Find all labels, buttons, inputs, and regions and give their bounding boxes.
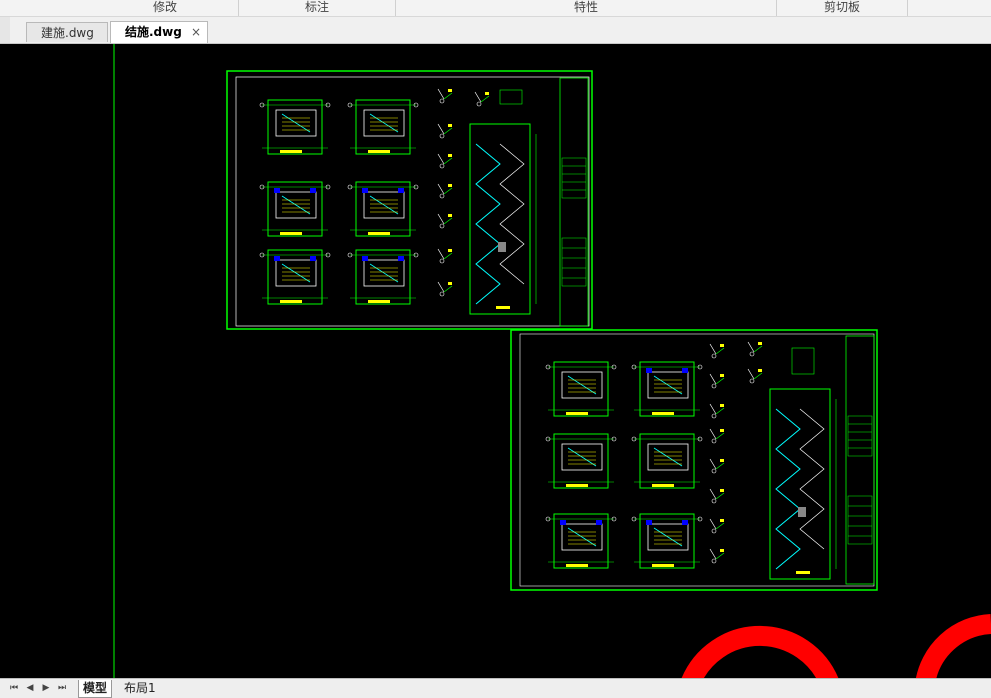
tab-label: 结施.dwg bbox=[125, 25, 182, 39]
prev-icon[interactable]: ◀ bbox=[24, 682, 36, 695]
tab-layout1[interactable]: 布局1 bbox=[120, 680, 160, 697]
drawing-canvas[interactable] bbox=[0, 44, 991, 678]
ribbon-group-properties[interactable]: 特性 bbox=[396, 0, 777, 16]
ribbon-group-clipboard[interactable]: 剪切板 bbox=[777, 0, 908, 16]
ribbon-group-dimension[interactable]: 标注 bbox=[239, 0, 396, 16]
first-icon[interactable]: ⏮ bbox=[8, 682, 20, 695]
drawing-svg bbox=[113, 44, 991, 678]
tab-bar-left-strip bbox=[0, 17, 10, 43]
red-arc-shapes bbox=[681, 614, 991, 678]
next-icon[interactable]: ▶ bbox=[40, 682, 52, 695]
close-icon[interactable]: × bbox=[191, 22, 201, 42]
document-tab-bar: 建施.dwg 结施.dwg × bbox=[0, 17, 991, 44]
tab-model[interactable]: 模型 bbox=[78, 680, 113, 698]
layout-tab-bar: ⏮ ◀ ▶ ⏭ 模型 布局1 bbox=[0, 678, 991, 698]
ribbon-group-modify[interactable]: 修改 bbox=[92, 0, 239, 16]
tab-jianshi-dwg[interactable]: 建施.dwg bbox=[26, 22, 108, 42]
drawing-sheet-2 bbox=[510, 329, 878, 591]
ribbon-group-bar: 修改 标注 特性 剪切板 bbox=[0, 0, 991, 17]
last-icon[interactable]: ⏭ bbox=[56, 682, 68, 695]
drawing-sheet-1 bbox=[226, 70, 593, 330]
tab-label: 建施.dwg bbox=[41, 26, 94, 40]
tab-jieshi-dwg[interactable]: 结施.dwg × bbox=[110, 21, 208, 43]
